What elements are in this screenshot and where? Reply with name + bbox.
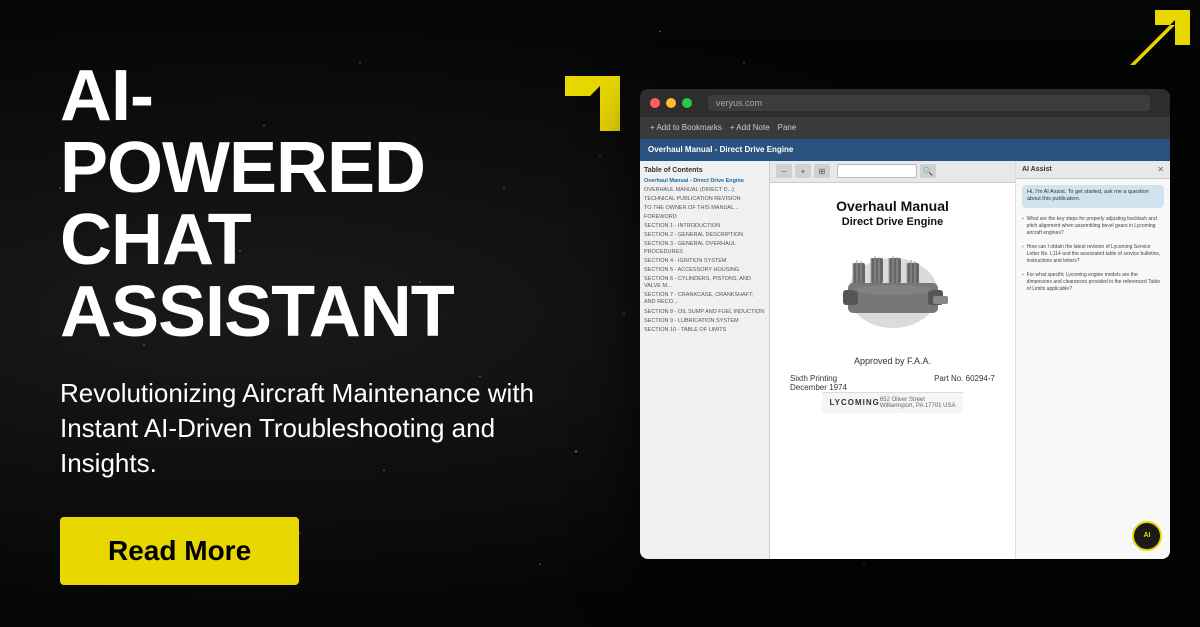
search-btn[interactable]: 🔍 — [920, 164, 936, 178]
chat-question-3: › For what specific Lycoming engine mode… — [1022, 272, 1164, 293]
lycoming-logo: LYCOMING — [830, 398, 880, 407]
minimize-dot[interactable] — [666, 98, 676, 108]
bullet-2: › — [1022, 244, 1024, 265]
question-2-text: How can I obtain the latest revision of … — [1027, 244, 1164, 265]
bookmark-add[interactable]: + Add to Bookmarks — [650, 123, 722, 132]
toc-item-3[interactable]: TO THE OWNER OF THIS MANUAL... — [644, 205, 765, 212]
doc-content: Overhaul Manual Direct Drive Engine — [770, 183, 1015, 559]
bookmark-pane[interactable]: Pane — [778, 123, 797, 132]
doc-search-input[interactable] — [837, 164, 917, 178]
toc-item-4[interactable]: FOREWORD — [644, 214, 765, 221]
doc-approved: Approved by F.A.A. — [854, 356, 931, 366]
toc-item-8[interactable]: SECTION 4 - IGNITION SYSTEM — [644, 258, 765, 265]
headline-line2: CHAT ASSISTANT — [60, 204, 640, 348]
subtitle: Revolutionizing Aircraft Maintenance wit… — [60, 376, 550, 481]
printing-date-val: December 1974 — [790, 383, 847, 392]
ai-badge-text: AI — [1144, 532, 1151, 539]
browser-content: Table of Contents Overhaul Manual - Dire… — [640, 161, 1170, 559]
left-panel: AI-POWERED CHAT ASSISTANT Revolutionizin… — [60, 50, 640, 585]
bookmarks-bar: + Add to Bookmarks + Add Note Pane — [640, 117, 1170, 139]
doc-printing-info: Sixth Printing December 1974 Part No. 60… — [790, 374, 995, 392]
doc-main-title: Overhaul Manual — [836, 198, 949, 214]
question-3-text: For what specific Lycoming engine models… — [1027, 272, 1164, 293]
maximize-dot[interactable] — [682, 98, 692, 108]
zoom-out-btn[interactable]: − — [776, 164, 792, 178]
toc-item-2[interactable]: TECHNICAL PUBLICATION REVISION — [644, 196, 765, 203]
toc-title: Table of Contents — [644, 167, 765, 174]
bullet-3: › — [1022, 272, 1024, 293]
part-number: Part No. 60294-7 — [934, 374, 995, 392]
headline-line1: AI-POWERED — [60, 60, 490, 204]
browser-url-bar[interactable]: veryus.com — [708, 95, 1150, 111]
corner-arrow-icon — [1120, 5, 1200, 80]
chat-messages: Hi, I'm AI Assist. To get started, ask m… — [1016, 179, 1170, 559]
doc-panel: − + ⊞ 🔍 Overhaul Manual Direct Drive Eng… — [770, 161, 1015, 559]
doc-title-text: Overhaul Manual - Direct Drive Engine — [648, 145, 793, 154]
browser-window: veryus.com + Add to Bookmarks + Add Note… — [640, 89, 1170, 559]
toc-item-14[interactable]: SECTION 10 - TABLE OF LIMITS — [644, 327, 765, 334]
fit-page-btn[interactable]: ⊞ — [814, 164, 830, 178]
toc-item-10[interactable]: SECTION 6 - CYLINDERS, PISTONS, AND VALV… — [644, 276, 765, 290]
chat-greeting: Hi, I'm AI Assist. To get started, ask m… — [1022, 185, 1164, 208]
chat-question-1: › What are the key steps for properly ad… — [1022, 216, 1164, 237]
toc-panel: Table of Contents Overhaul Manual - Dire… — [640, 161, 770, 559]
toc-item-1[interactable]: OVERHAUL MANUAL (DIRECT D...) — [644, 187, 765, 194]
toc-item-12[interactable]: SECTION 8 - OIL SUMP AND FUEL INDUCTION — [644, 309, 765, 316]
doc-title-bar: Overhaul Manual - Direct Drive Engine — [640, 139, 1170, 161]
url-text: veryus.com — [716, 98, 762, 108]
arrow-icon — [510, 66, 640, 188]
read-more-button[interactable]: Read More — [60, 517, 299, 585]
toc-item-5[interactable]: SECTION 1 - INTRODUCTION — [644, 223, 765, 230]
ai-badge: AI — [1132, 521, 1162, 551]
toc-item-13[interactable]: SECTION 9 - LUBRICATION SYSTEM — [644, 318, 765, 325]
chat-header: AI Assist ✕ — [1016, 161, 1170, 179]
toc-item-7[interactable]: SECTION 3 - GENERAL OVERHAUL PROCEDURES — [644, 241, 765, 255]
browser-titlebar: veryus.com — [640, 89, 1170, 117]
bullet-1: › — [1022, 216, 1024, 237]
printing-date: Sixth Printing December 1974 — [790, 374, 847, 392]
chat-question-2: › How can I obtain the latest revision o… — [1022, 244, 1164, 265]
headline: AI-POWERED CHAT ASSISTANT — [60, 60, 640, 348]
right-panel: veryus.com + Add to Bookmarks + Add Note… — [640, 40, 1170, 577]
chat-header-label: AI Assist — [1022, 166, 1052, 173]
chat-close-btn[interactable]: ✕ — [1157, 165, 1164, 174]
printing-label: Sixth Printing — [790, 374, 837, 383]
chat-panel: AI Assist ✕ Hi, I'm AI Assist. To get st… — [1015, 161, 1170, 559]
toc-item-11[interactable]: SECTION 7 - CRANKCASE, CRANKSHAFT, AND R… — [644, 292, 765, 306]
viewer-toolbar: − + ⊞ 🔍 — [770, 161, 1015, 183]
toc-item-0[interactable]: Overhaul Manual - Direct Drive Engine — [644, 178, 765, 185]
toc-item-9[interactable]: SECTION 5 - ACCESSORY HOUSING — [644, 267, 765, 274]
headline-row1: AI-POWERED — [60, 60, 640, 204]
bookmark-note[interactable]: + Add Note — [730, 123, 770, 132]
toc-item-6[interactable]: SECTION 2 - GENERAL DESCRIPTION — [644, 232, 765, 239]
page-content: AI-POWERED CHAT ASSISTANT Revolutionizin… — [0, 0, 1200, 627]
doc-footer: LYCOMING 652 Oliver StreetWilliamsport, … — [822, 392, 964, 413]
doc-sub-title: Direct Drive Engine — [842, 216, 943, 228]
footer-address: 652 Oliver StreetWilliamsport, PA 17701 … — [880, 397, 956, 409]
zoom-in-btn[interactable]: + — [795, 164, 811, 178]
engine-illustration — [833, 248, 953, 338]
close-dot[interactable] — [650, 98, 660, 108]
question-1-text: What are the key steps for properly adju… — [1027, 216, 1164, 237]
